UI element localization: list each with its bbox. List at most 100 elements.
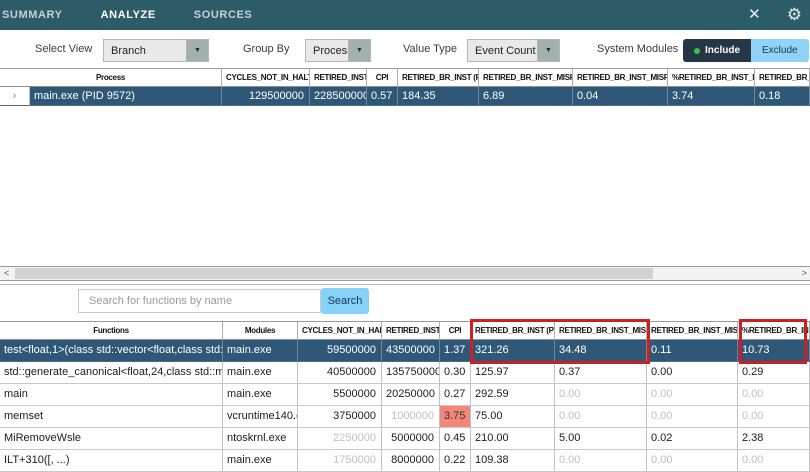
value-type-label: Value Type	[403, 43, 457, 55]
table-cell: 0.30	[440, 362, 471, 384]
table-cell: 109.38	[471, 450, 555, 472]
search-input[interactable]	[78, 289, 321, 313]
table-cell: 20250000	[382, 384, 440, 406]
table-cell: 0.00	[555, 450, 647, 472]
horizontal-scrollbar[interactable]: < >	[0, 266, 810, 281]
table-cell: 125.97	[471, 362, 555, 384]
table-cell: main.exe	[223, 384, 298, 406]
table-cell: 0.00	[647, 362, 738, 384]
table-cell: MiRemoveWsle	[0, 428, 223, 450]
table-cell: 0.00	[647, 384, 738, 406]
search-button[interactable]: Search	[321, 288, 369, 314]
table-cell: std::generate_canonical<float,24,class s…	[0, 362, 223, 384]
process-table: ProcessCYCLES_NOT_IN_HALT ▼RETIRED_INSTC…	[0, 68, 810, 106]
column-header[interactable]: RETIRED_BR_INST_MISP (PT	[555, 321, 647, 340]
tab-summary[interactable]: SUMMARY	[2, 9, 63, 21]
table-cell: 3.74	[668, 87, 755, 106]
column-header[interactable]: RETIRED_BR_IN	[755, 68, 810, 87]
table-cell: 2.38	[738, 428, 810, 450]
column-header[interactable]: %RETIRED_BR_IN	[738, 321, 810, 340]
column-header[interactable]: RETIRED_INST	[382, 321, 440, 340]
table-cell: 0.27	[440, 384, 471, 406]
table-cell: 43500000	[382, 340, 440, 362]
table-cell: 0.37	[555, 362, 647, 384]
select-view-value: Branch	[104, 40, 186, 61]
table-cell: 1750000	[298, 450, 382, 472]
functions-table: FunctionsModulesCYCLES_NOT_IN_HALT ▼RETI…	[0, 321, 810, 472]
scrollbar-thumb[interactable]	[15, 268, 653, 279]
column-header[interactable]: RETIRED_BR_INST_MISP_RAT	[647, 321, 738, 340]
table-cell: 0.57	[367, 87, 398, 106]
column-header[interactable]: Functions	[0, 321, 223, 340]
table-cell: 0.29	[738, 362, 810, 384]
exclude-toggle-button[interactable]: Exclude	[751, 39, 809, 62]
table-row[interactable]: ILT+310([, ...)main.exe175000080000000.2…	[0, 450, 810, 472]
table-header-row: ProcessCYCLES_NOT_IN_HALT ▼RETIRED_INSTC…	[0, 68, 810, 87]
top-tab-bar: SUMMARY ANALYZE SOURCES ✕ ⚙	[0, 0, 810, 30]
table-row[interactable]: ›main.exe (PID 9572)1295000002285000000.…	[0, 87, 810, 106]
include-label: Include	[705, 45, 740, 56]
select-view-label: Select View	[35, 43, 92, 55]
filter-bar: Select View Branch ▼ Group By Process ▼ …	[0, 30, 810, 69]
table-cell: 0.02	[647, 428, 738, 450]
tab-analyze[interactable]: ANALYZE	[101, 9, 156, 21]
tab-sources[interactable]: SOURCES	[194, 9, 253, 21]
table-cell: vcruntime140.d	[223, 406, 298, 428]
group-by-label: Group By	[243, 43, 289, 55]
column-header[interactable]: RETIRED_BR_INST_MISP_RATI	[573, 68, 668, 87]
system-modules-toggle: Include Exclude	[683, 39, 809, 62]
table-cell: 40500000	[298, 362, 382, 384]
table-cell: 321.26	[471, 340, 555, 362]
group-by-value: Process	[306, 40, 348, 61]
table-cell: memset	[0, 406, 223, 428]
group-by-dropdown[interactable]: Process ▼	[305, 39, 371, 62]
chevron-down-icon: ▼	[537, 40, 559, 61]
table-row[interactable]: mainmain.exe5500000202500000.27292.590.0…	[0, 384, 810, 406]
column-header[interactable]: RETIRED_BR_INST_MISP (PT	[479, 68, 573, 87]
table-cell: 210.00	[471, 428, 555, 450]
column-header[interactable]: RETIRED_BR_INST (PTI	[398, 68, 479, 87]
table-cell: 0.18	[755, 87, 810, 106]
table-cell: 6.89	[479, 87, 573, 106]
exclude-label: Exclude	[762, 45, 798, 56]
column-header[interactable]: RETIRED_BR_INST (PTI	[471, 321, 555, 340]
chevron-down-icon: ▼	[186, 40, 208, 61]
column-header[interactable]: CPI	[440, 321, 471, 340]
select-view-dropdown[interactable]: Branch ▼	[103, 39, 209, 62]
table-cell: 5000000	[382, 428, 440, 450]
table-cell: 0.00	[738, 450, 810, 472]
table-row[interactable]: MiRemoveWslentoskrnl.exe225000050000000.…	[0, 428, 810, 450]
table-cell: 0.00	[555, 406, 647, 428]
table-cell: 3750000	[298, 406, 382, 428]
table-cell: 34.48	[555, 340, 647, 362]
gear-icon[interactable]: ⚙	[787, 0, 802, 30]
table-cell: 135750000	[382, 362, 440, 384]
table-row[interactable]: std::generate_canonical<float,24,class s…	[0, 362, 810, 384]
column-header[interactable]: %RETIRED_BR_INST_MIS	[668, 68, 755, 87]
column-header[interactable]: Modules	[223, 321, 298, 340]
column-header[interactable]: CYCLES_NOT_IN_HALT ▼	[222, 68, 310, 87]
column-header[interactable]: RETIRED_INST	[310, 68, 367, 87]
table-cell: 0.11	[647, 340, 738, 362]
column-header[interactable]: CYCLES_NOT_IN_HALT ▼	[298, 321, 382, 340]
table-cell: 5.00	[555, 428, 647, 450]
table-cell: 1.37	[440, 340, 471, 362]
table-row[interactable]: test<float,1>(class std::vector<float,cl…	[0, 340, 810, 362]
scroll-right-icon[interactable]: >	[802, 267, 807, 280]
scroll-left-icon[interactable]: <	[4, 267, 9, 280]
table-cell: 59500000	[298, 340, 382, 362]
value-type-dropdown[interactable]: Event Count ▼	[467, 39, 560, 62]
column-header[interactable]: CPI	[367, 68, 398, 87]
table-cell: 75.00	[471, 406, 555, 428]
table-cell: 0.00	[647, 406, 738, 428]
table-cell: 1000000	[382, 406, 440, 428]
close-icon[interactable]: ✕	[748, 0, 761, 30]
row-expander-icon[interactable]: ›	[0, 87, 30, 106]
table-cell: 0.00	[738, 406, 810, 428]
include-toggle-button[interactable]: Include	[683, 39, 751, 62]
table-cell: main.exe (PID 9572)	[30, 87, 222, 106]
system-modules-label: System Modules	[597, 43, 678, 55]
table-row[interactable]: memsetvcruntime140.d375000010000003.7575…	[0, 406, 810, 428]
column-header[interactable]: Process	[0, 68, 222, 87]
table-cell: 0.22	[440, 450, 471, 472]
